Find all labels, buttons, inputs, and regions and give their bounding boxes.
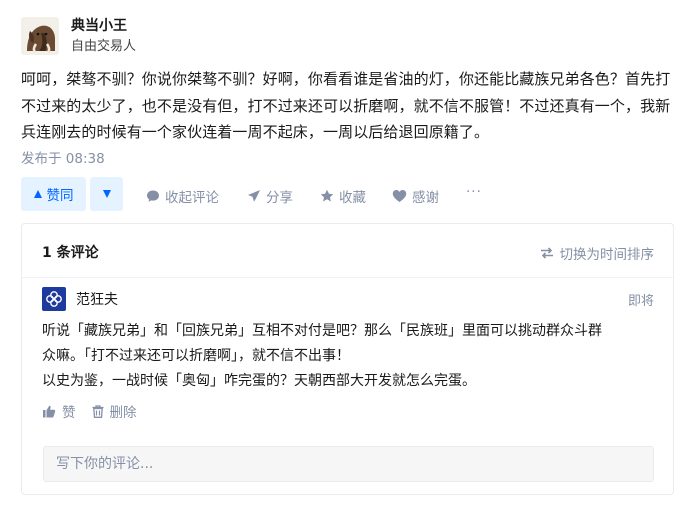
triangle-down-icon xyxy=(102,190,111,198)
sort-toggle-button[interactable]: 切换为时间排序 xyxy=(540,243,655,263)
comment-line: 以史为鉴，一战时候「奥匈」咋完蛋的？天朝西部大开发就怎么完蛋。 xyxy=(42,373,476,389)
collapse-comments-label: 收起评论 xyxy=(165,190,219,206)
author-avatar[interactable] xyxy=(21,17,59,55)
thanks-label: 感谢 xyxy=(412,190,439,206)
comment-item: 范狂夫 即将 听说「藏族兄弟」和「回族兄弟」互相不对付是吧？那么「民族班」里面可… xyxy=(42,287,654,421)
favorite-label: 收藏 xyxy=(339,190,366,206)
commenter-name[interactable]: 范狂夫 xyxy=(76,289,118,309)
comment-delete-button[interactable]: 删除 xyxy=(92,401,137,421)
comment-body: 听说「藏族兄弟」和「回族兄弟」互相不对付是吧？那么「民族班」里面可以挑动群众斗群… xyxy=(42,319,654,394)
more-icon: ··· xyxy=(466,184,482,200)
triangle-up-icon xyxy=(33,190,42,198)
answer-content: 呵呵，桀骜不驯？你说你桀骜不驯？好啊，你看看谁是省油的灯，你还能比藏族兄弟各色？… xyxy=(21,70,671,141)
author-name[interactable]: 典当小王 xyxy=(71,17,136,35)
comment-like-button[interactable]: 赞 xyxy=(42,401,76,421)
heart-icon xyxy=(392,190,407,202)
thanks-button[interactable]: 感谢 xyxy=(392,186,439,206)
comment-icon xyxy=(147,190,159,202)
upvote-button[interactable]: 赞同 xyxy=(21,177,86,211)
comment-line: 众嘛。「打不过来还可以折磨啊」，就不信不出事！ xyxy=(42,348,350,364)
upvote-label: 赞同 xyxy=(46,188,74,204)
action-bar: 赞同 xyxy=(21,177,123,211)
comments-header: 1 条评论 切换为时间排序 xyxy=(22,224,673,278)
comment-time: 即将 xyxy=(627,293,654,309)
mammoth-avatar-icon xyxy=(21,17,59,55)
share-button[interactable]: 分享 xyxy=(247,186,293,206)
comment-line: 听说「藏族兄弟」和「回族兄弟」互相不对付是吧？那么「民族班」里面可以挑动群众斗群 xyxy=(42,323,602,339)
comment-delete-label: 删除 xyxy=(109,405,137,421)
flower-logo-icon xyxy=(46,291,62,307)
author-info: 典当小王 自由交易人 xyxy=(21,17,136,56)
comment-input[interactable]: 写下你的评论... xyxy=(43,446,654,482)
comment-actions: 赞 删除 xyxy=(42,401,153,421)
share-label: 分享 xyxy=(266,190,293,206)
comments-panel: 1 条评论 切换为时间排序 范狂夫 即将 听说「藏族兄弟」和「回族兄弟」互相不对… xyxy=(21,223,674,495)
paper-plane-icon xyxy=(248,190,260,202)
star-icon xyxy=(320,189,334,202)
collapse-comments-button[interactable]: 收起评论 xyxy=(146,186,219,206)
sort-label: 切换为时间排序 xyxy=(559,247,655,263)
author-bio: 自由交易人 xyxy=(71,39,137,54)
swap-icon xyxy=(540,247,553,259)
answer-card: 典当小王 自由交易人 呵呵，桀骜不驯？你说你桀骜不驯？好啊，你看看谁是省油的灯，… xyxy=(0,0,696,513)
commenter-avatar[interactable] xyxy=(42,287,66,311)
comment-like-label: 赞 xyxy=(62,405,76,421)
trash-icon xyxy=(92,404,103,418)
more-button[interactable]: ··· xyxy=(466,184,482,200)
thumbs-up-icon xyxy=(43,405,56,417)
publish-time[interactable]: 发布于 08:38 xyxy=(21,147,105,167)
favorite-button[interactable]: 收藏 xyxy=(320,186,366,206)
downvote-button[interactable] xyxy=(90,177,123,211)
comments-count: 1 条评论 xyxy=(42,245,99,261)
